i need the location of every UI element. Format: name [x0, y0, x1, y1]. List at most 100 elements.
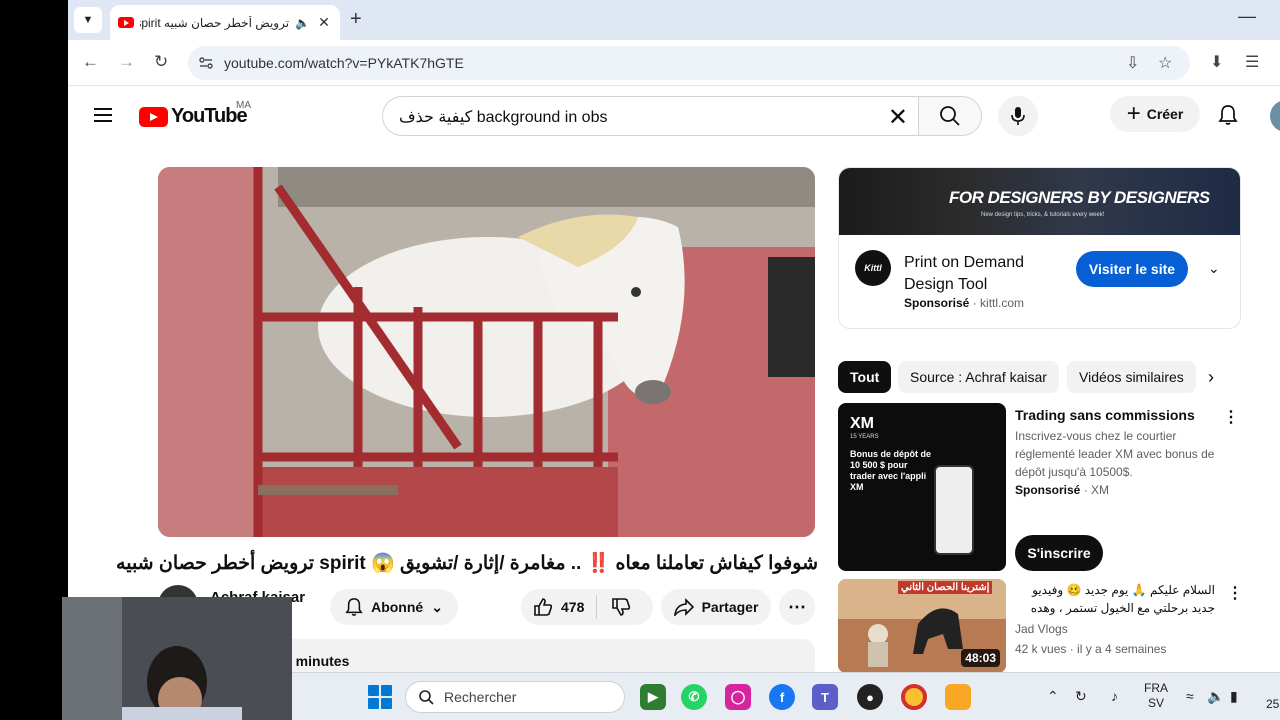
advertiser: XM: [1091, 483, 1110, 497]
filter-chips: Tout Source : Achraf kaisar Vidéos simil…: [838, 361, 1238, 393]
microphone-icon[interactable]: ♪: [1111, 688, 1118, 704]
file-explorer-icon[interactable]: [945, 684, 971, 710]
battery-icon[interactable]: ▮: [1230, 688, 1238, 705]
voice-search-button[interactable]: [998, 96, 1038, 136]
search-button[interactable]: [918, 96, 982, 136]
obs-icon[interactable]: ●: [857, 684, 883, 710]
visit-site-button[interactable]: Visiter le site: [1076, 251, 1188, 287]
lang-line2: SV: [1147, 696, 1164, 710]
ad-banner[interactable]: FOR DESIGNERS BY DESIGNERS New design ti…: [839, 168, 1240, 235]
omnibox[interactable]: youtube.com/watch?v=PYkATK7hGTE ⇩ ☆: [188, 46, 1190, 80]
volume-icon[interactable]: 🔈: [1207, 688, 1224, 705]
youtube-logo[interactable]: YouTube: [139, 105, 248, 128]
minimize-button[interactable]: —: [1238, 6, 1256, 27]
description-text: 7 minutes: [284, 653, 350, 669]
chip-source[interactable]: Source : Achraf kaisar: [898, 361, 1059, 393]
instagram-icon[interactable]: ◯: [725, 684, 751, 710]
taskbar-search-placeholder: Rechercher: [444, 689, 517, 705]
ad-banner-subtitle: New design tips, tricks, & tutorials eve…: [981, 212, 1105, 218]
forward-button[interactable]: →: [118, 52, 135, 72]
more-options-icon[interactable]: ⋮: [1227, 583, 1243, 603]
dislike-button[interactable]: [597, 597, 645, 617]
like-button[interactable]: 478: [521, 595, 598, 619]
bookmark-star-icon[interactable]: ☆: [1158, 53, 1172, 73]
sponsored-ad-card[interactable]: FOR DESIGNERS BY DESIGNERS New design ti…: [838, 167, 1241, 329]
rec-title[interactable]: Trading sans commissions: [1015, 405, 1215, 425]
rec-views: 42 k vues: [1015, 642, 1067, 656]
phone-image: [934, 465, 974, 555]
youtube-play-icon: [139, 106, 168, 127]
xm-thumbnail[interactable]: XM 15 YEARS Bonus de dépôt de 10 500 $ p…: [838, 403, 1006, 571]
video-player[interactable]: [158, 167, 815, 537]
download-icon[interactable]: ⬇: [1210, 52, 1223, 72]
more-options-icon[interactable]: ⋮: [1223, 407, 1239, 427]
menu-icon[interactable]: [94, 108, 112, 122]
signup-button[interactable]: S'inscrire: [1015, 535, 1103, 571]
tab-active[interactable]: ترويض أخطر حصان شبيه spirit 🔈 ✕: [110, 5, 340, 40]
webcam-overlay: [62, 597, 292, 720]
chip-similar[interactable]: Vidéos similaires: [1067, 361, 1196, 393]
reload-button[interactable]: ↻: [154, 52, 168, 72]
back-button[interactable]: ←: [82, 52, 99, 72]
clock[interactable]: 25: [1266, 697, 1279, 711]
rec-description: Inscrivez-vous chez le courtier réglemen…: [1015, 429, 1215, 479]
share-icon: [673, 598, 694, 616]
taskbar-search[interactable]: Rechercher: [405, 681, 625, 713]
thumb-arabic-text: إشترينا الحصان الثاني: [898, 581, 993, 594]
new-tab-button[interactable]: +: [350, 8, 362, 31]
recommendation-video[interactable]: إشترينا الحصان الثاني 48:03 السلام عليكم…: [838, 579, 1243, 679]
rec-channel[interactable]: Jad Vlogs: [1015, 622, 1068, 636]
microphone-icon: [1011, 107, 1025, 125]
more-actions-button[interactable]: ⋯: [779, 589, 815, 625]
subscribed-button[interactable]: Abonné ⌄: [330, 589, 458, 625]
youtube-favicon-icon: [118, 17, 134, 28]
country-code: MA: [236, 100, 251, 111]
whatsapp-icon[interactable]: ✆: [681, 684, 707, 710]
windows-taskbar: Rechercher ▶ ✆ ◯ f T ● ⌃ ↻ ♪ FRA SV ≈ 🔈 …: [292, 672, 1280, 720]
share-button[interactable]: Partager: [661, 589, 771, 625]
youtube-header: YouTube MA كيفية حذف background in obs ✕…: [68, 86, 1280, 146]
close-icon[interactable]: ✕: [316, 14, 332, 31]
chevron-right-icon[interactable]: ›: [1208, 367, 1214, 388]
webcam-person-image: [62, 597, 292, 720]
recommendation-ad[interactable]: XM 15 YEARS Bonus de dépôt de 10 500 $ p…: [838, 403, 1241, 571]
account-avatar[interactable]: [1270, 100, 1280, 132]
kittl-logo: Kittl: [855, 250, 891, 286]
notifications-bell-icon[interactable]: [1218, 104, 1238, 126]
rec-age: il y a 4 semaines: [1077, 642, 1167, 656]
create-button[interactable]: + Créer: [1110, 96, 1200, 132]
sponsored-label: Sponsorisé: [904, 296, 970, 310]
rec-sponsor: Sponsorisé · XM: [1015, 483, 1110, 497]
tab-search-button[interactable]: ▼: [74, 7, 102, 33]
install-app-icon[interactable]: ⇩: [1126, 53, 1139, 73]
create-label: Créer: [1146, 106, 1184, 122]
clear-search-icon[interactable]: ✕: [888, 103, 908, 132]
lang-line1: FRA: [1144, 681, 1168, 695]
media-control-icon[interactable]: ☰: [1245, 52, 1259, 72]
bell-icon: [345, 598, 363, 616]
xm-years: 15 YEARS: [850, 434, 879, 440]
facebook-icon[interactable]: f: [769, 684, 795, 710]
search-input[interactable]: كيفية حذف background in obs ✕: [382, 96, 918, 136]
video-title: شوفوا كيفاش تعاملنا معاه ‼️ .. مغامرة /إ…: [116, 553, 818, 574]
chevron-down-icon[interactable]: ⌄: [1208, 260, 1220, 277]
teams-icon[interactable]: T: [812, 684, 838, 710]
chevron-down-icon: ⌄: [431, 598, 443, 615]
chrome-icon[interactable]: [901, 684, 927, 710]
video-thumbnail[interactable]: إشترينا الحصان الثاني 48:03: [838, 579, 1006, 673]
speaker-icon[interactable]: 🔈: [295, 16, 310, 30]
chevron-up-icon[interactable]: ⌃: [1047, 688, 1059, 705]
like-count: 478: [561, 599, 585, 615]
site-info-icon[interactable]: [198, 55, 214, 71]
windows-start-button[interactable]: [368, 685, 392, 709]
wifi-icon[interactable]: ≈: [1186, 688, 1194, 704]
plus-icon: +: [1126, 100, 1141, 127]
rec-title[interactable]: السلام عليكم 🙏 يوم جديد 🥴 وفيديو جديد بر…: [1015, 581, 1215, 617]
chip-all[interactable]: Tout: [838, 361, 892, 393]
language-indicator[interactable]: FRA SV: [1144, 681, 1168, 711]
tab-strip: ▼ ترويض أخطر حصان شبيه spirit 🔈 ✕ + —: [68, 0, 1280, 40]
gamepass-icon[interactable]: ▶: [640, 684, 666, 710]
tab-title: ترويض أخطر حصان شبيه spirit: [140, 15, 290, 30]
video-duration: 48:03: [961, 649, 1000, 667]
sync-icon[interactable]: ↻: [1075, 688, 1087, 705]
